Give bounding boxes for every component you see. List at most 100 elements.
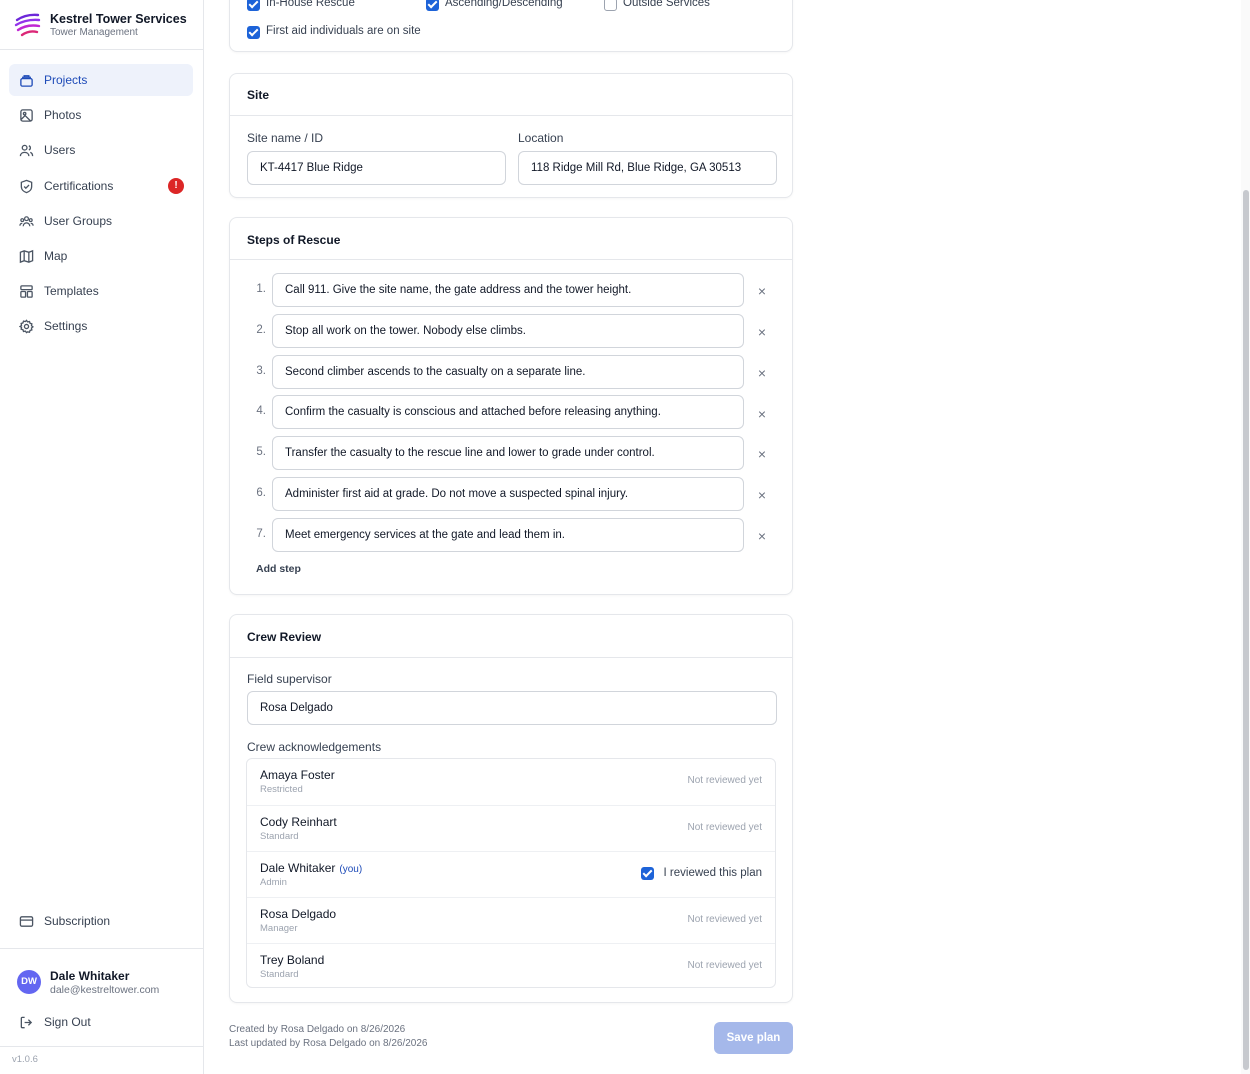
reviewed-plan-checkbox[interactable] xyxy=(641,867,654,880)
step-number: 1. xyxy=(256,283,266,295)
version-label: v1.0.6 xyxy=(12,1054,38,1065)
step-number: 2. xyxy=(256,324,266,336)
field-supervisor-input[interactable]: Rosa Delgado xyxy=(247,691,777,725)
review-status: Not reviewed yet xyxy=(687,822,762,833)
brand-name: Kestrel Tower Services xyxy=(50,12,187,26)
ascending-descending-label: Ascending/Descending xyxy=(445,0,563,9)
sidebar-item-map[interactable]: Map xyxy=(9,240,193,272)
ascending-descending-checkbox[interactable] xyxy=(426,0,439,11)
crew-ack-label: Crew acknowledgements xyxy=(247,740,382,754)
card-divider xyxy=(230,259,792,260)
step-input[interactable]: Second climber ascends to the casualty o… xyxy=(272,355,744,389)
review-status: Not reviewed yet xyxy=(687,775,762,786)
site-card-title: Site xyxy=(247,88,270,102)
created-info: Created by Rosa Delgado on 8/26/2026 xyxy=(229,1024,406,1035)
gear-icon xyxy=(19,319,34,334)
crew-ack-list: Amaya Foster Restricted Not reviewed yet… xyxy=(246,758,776,988)
scrollbar-thumb[interactable] xyxy=(1243,190,1249,1070)
review-status: Not reviewed yet xyxy=(687,914,762,925)
alert-badge: ! xyxy=(168,178,184,194)
sidebar-item-users[interactable]: Users xyxy=(9,134,193,166)
map-icon xyxy=(19,249,34,264)
crew-member-name: Rosa Delgado xyxy=(260,907,337,921)
scrollbar[interactable] xyxy=(1241,0,1250,1074)
list-item: Trey Boland Standard Not reviewed yet xyxy=(247,943,775,989)
card-divider xyxy=(230,115,792,116)
step-number: 6. xyxy=(256,487,266,499)
site-name-label: Site name / ID xyxy=(247,131,324,145)
step-number: 3. xyxy=(256,365,266,377)
user-groups-icon xyxy=(19,216,34,227)
sidebar-item-templates[interactable]: Templates xyxy=(9,275,193,307)
add-step-button[interactable]: Add step xyxy=(256,563,301,575)
remove-step-icon[interactable]: × xyxy=(756,447,768,461)
location-input[interactable]: 118 Ridge Mill Rd, Blue Ridge, GA 30513 xyxy=(518,151,777,185)
site-card: Site Site name / ID KT-4417 Blue Ridge L… xyxy=(229,73,793,198)
current-user-name: Dale Whitaker xyxy=(50,969,130,983)
step-input[interactable]: Transfer the casualty to the rescue line… xyxy=(272,436,744,470)
outside-services-checkbox[interactable] xyxy=(604,0,617,11)
sidebar-item-label: Settings xyxy=(44,319,88,333)
sign-out-icon xyxy=(20,1016,33,1029)
sidebar-item-label: Templates xyxy=(44,284,99,298)
remove-step-icon[interactable]: × xyxy=(756,325,768,339)
you-tag: (you) xyxy=(339,864,363,875)
sign-out-button[interactable]: Sign Out xyxy=(9,1006,193,1038)
crew-member-name: Dale Whitaker (you) xyxy=(260,861,362,875)
sidebar-item-subscription[interactable]: Subscription xyxy=(9,905,193,937)
sidebar-item-label: Projects xyxy=(44,73,88,87)
remove-step-icon[interactable]: × xyxy=(756,407,768,421)
in-house-rescue-checkbox[interactable] xyxy=(247,0,260,11)
sidebar-item-label: Users xyxy=(44,143,76,157)
brand-header: Kestrel Tower Services Tower Management xyxy=(0,0,204,50)
brand-subtitle: Tower Management xyxy=(50,27,138,38)
crew-member-role: Admin xyxy=(260,877,287,888)
list-item: Dale Whitaker (you) Admin I reviewed this… xyxy=(247,851,775,897)
crew-member-name: Trey Boland xyxy=(260,953,325,967)
sidebar-item-label: User Groups xyxy=(44,214,113,228)
remove-step-icon[interactable]: × xyxy=(756,488,768,502)
list-item: Rosa Delgado Manager Not reviewed yet xyxy=(247,897,775,943)
site-name-input[interactable]: KT-4417 Blue Ridge xyxy=(247,151,506,185)
sidebar-item-user-groups[interactable]: User Groups xyxy=(9,205,193,237)
crew-member-role: Standard xyxy=(260,831,299,842)
remove-step-icon[interactable]: × xyxy=(756,366,768,380)
sidebar-item-label: Certifications xyxy=(44,179,114,193)
sidebar-item-projects[interactable]: Projects xyxy=(9,64,193,96)
review-status: Not reviewed yet xyxy=(687,960,762,971)
sidebar-item-photos[interactable]: Photos xyxy=(9,99,193,131)
crew-member-name-text: Dale Whitaker xyxy=(260,861,336,875)
step-input[interactable]: Call 911. Give the site name, the gate a… xyxy=(272,273,744,307)
outside-services-label: Outside Services xyxy=(623,0,710,9)
sidebar-divider xyxy=(0,1046,204,1047)
sidebar-item-certifications[interactable]: Certifications ! xyxy=(9,170,193,202)
sidebar-item-settings[interactable]: Settings xyxy=(9,310,193,342)
reviewed-plan-label[interactable]: I reviewed this plan xyxy=(664,867,762,879)
step-number: 7. xyxy=(256,528,266,540)
first-aid-checkbox[interactable] xyxy=(247,26,260,39)
main-content: In-House Rescue Ascending/Descending Out… xyxy=(204,0,1250,1074)
rescue-type-card: In-House Rescue Ascending/Descending Out… xyxy=(229,0,793,52)
shield-check-icon xyxy=(20,179,33,194)
sidebar-item-label: Map xyxy=(44,249,68,263)
save-plan-button[interactable]: Save plan xyxy=(714,1022,793,1054)
crew-review-title: Crew Review xyxy=(247,630,322,644)
avatar: DW xyxy=(17,970,41,994)
templates-icon xyxy=(20,285,33,298)
crew-member-role: Restricted xyxy=(260,784,303,795)
users-icon xyxy=(19,144,34,157)
sign-out-label: Sign Out xyxy=(44,1015,91,1029)
remove-step-icon[interactable]: × xyxy=(756,284,768,298)
step-input[interactable]: Administer first aid at grade. Do not mo… xyxy=(272,477,744,511)
crew-review-card: Crew Review Field supervisor Rosa Delgad… xyxy=(229,614,793,1003)
first-aid-label: First aid individuals are on site xyxy=(266,25,421,37)
kestrel-logo-icon xyxy=(14,13,41,37)
step-input[interactable]: Meet emergency services at the gate and … xyxy=(272,518,744,552)
sidebar-divider xyxy=(0,948,204,949)
remove-step-icon[interactable]: × xyxy=(756,529,768,543)
step-number: 5. xyxy=(256,446,266,458)
step-input[interactable]: Stop all work on the tower. Nobody else … xyxy=(272,314,744,348)
step-input[interactable]: Confirm the casualty is conscious and at… xyxy=(272,395,744,429)
projects-icon xyxy=(20,75,33,87)
step-number: 4. xyxy=(256,405,266,417)
